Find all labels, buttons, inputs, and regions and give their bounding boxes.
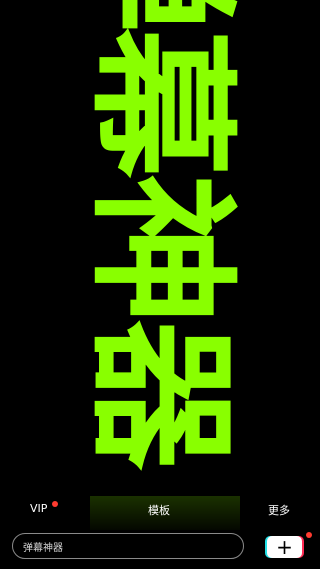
- input-value: 弹幕神器: [23, 542, 63, 554]
- vip-button[interactable]: VIP: [30, 502, 47, 515]
- more-button[interactable]: 更多: [268, 502, 290, 518]
- vip-badge-dot: [52, 501, 58, 507]
- danmaku-text-input[interactable]: 弹幕神器: [12, 533, 244, 559]
- marquee-text: 弹幕神器: [73, 0, 247, 467]
- template-button[interactable]: 模板: [148, 502, 170, 518]
- bottom-menu: VIP 模板 更多: [0, 500, 320, 522]
- add-badge-dot: [306, 532, 312, 538]
- plus-icon: +: [276, 535, 293, 559]
- add-button[interactable]: +: [267, 536, 302, 558]
- danmaku-marquee-text: 弹幕神器: [73, 0, 247, 542]
